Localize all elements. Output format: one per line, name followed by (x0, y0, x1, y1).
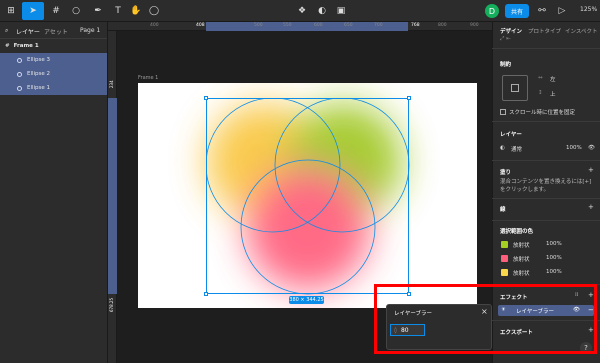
page-selector[interactable]: Page 1 (80, 27, 100, 34)
ruler-selection-highlight (108, 98, 117, 294)
blend-mode[interactable]: 通常 (511, 145, 522, 153)
layer-label: Ellipse 2 (27, 71, 51, 77)
share-button[interactable]: 共有 (505, 4, 529, 18)
ruler-tick: 550 (283, 23, 292, 28)
stroke-heading: 線 (500, 207, 506, 213)
color-opacity[interactable]: 100% (546, 269, 562, 275)
tab-prototype[interactable]: プロトタイプ (528, 27, 561, 35)
vertical-constraint-icon: ↕ (538, 90, 543, 96)
layer-label: Ellipse 1 (27, 85, 51, 91)
horizontal-constraint-icon: ↔ (538, 75, 543, 81)
tab-assets[interactable]: アセット (44, 27, 68, 36)
frame-tool-icon[interactable]: # (48, 3, 64, 19)
ruler-tick: 600 (314, 23, 323, 28)
ruler-tick: 768 (411, 23, 420, 28)
resize-handle[interactable] (407, 96, 411, 100)
layer-label: Ellipse 3 (27, 57, 51, 63)
ruler-tick: 234 (109, 80, 114, 88)
add-stroke-icon[interactable]: + (588, 203, 594, 211)
constraints-center (511, 84, 519, 92)
ruler-tick: 650 (344, 23, 353, 28)
divider (492, 198, 600, 199)
layer-opacity[interactable]: 100% (566, 145, 582, 151)
search-icon[interactable]: ⌕ (5, 27, 8, 35)
ruler-tick: 500 (254, 23, 263, 28)
color-swatch[interactable] (501, 269, 508, 276)
ruler-tick: 408 (196, 23, 205, 28)
tab-layers[interactable]: レイヤー (16, 27, 40, 36)
selection-box[interactable] (206, 98, 409, 294)
ruler-tick: 678.25 (109, 298, 114, 312)
constraints-widget[interactable] (502, 75, 528, 101)
ellipse-icon (17, 85, 22, 91)
eye-icon[interactable]: 👁 (588, 145, 595, 151)
main-menu-icon[interactable]: ⊞ (4, 3, 18, 19)
frame-label[interactable]: Frame 1 (138, 75, 158, 81)
layer-ellipse-3[interactable]: Ellipse 3 (0, 53, 107, 67)
constraint-vertical[interactable]: 上 (550, 90, 556, 98)
color-swatch[interactable] (501, 241, 508, 248)
blend-icon: ◐ (500, 145, 505, 151)
hand-tool-icon[interactable]: ✋ (130, 3, 142, 19)
layer-label: Frame 1 (13, 43, 39, 49)
ruler-tick: 400 (150, 23, 159, 28)
color-name: 放射状 (513, 271, 530, 277)
color-swatch[interactable] (501, 255, 508, 262)
tab-inspect[interactable]: インスペクト (565, 27, 598, 35)
pen-tool-icon[interactable]: ✒ (90, 3, 106, 19)
scroll-fixed-checkbox[interactable] (500, 109, 506, 115)
resize-handle[interactable] (204, 96, 208, 100)
ellipse-icon (17, 71, 22, 77)
constraints-heading: 制約 (500, 62, 512, 68)
color-name: 放射状 (513, 257, 530, 263)
color-opacity[interactable]: 100% (546, 255, 562, 261)
divider (492, 160, 600, 161)
ruler-tick: 800 (438, 23, 447, 28)
present-icon[interactable]: ▷ (556, 3, 568, 19)
layer-ellipse-2[interactable]: Ellipse 2 (0, 67, 107, 81)
color-name: 放射状 (513, 243, 530, 249)
dimensions-badge: 380 × 344.25 (289, 296, 324, 304)
align-icon[interactable]: ⤢ ⇤ (500, 36, 511, 43)
fill-heading: 塗り (500, 170, 512, 176)
resize-handle[interactable] (204, 292, 208, 296)
constraint-horizontal[interactable]: 左 (550, 75, 556, 83)
scroll-fixed-label: スクロール時に位置を固定 (509, 110, 576, 116)
frame-icon: # (5, 43, 10, 49)
link-icon[interactable]: ⚯ (536, 3, 548, 19)
layer-frame-1[interactable]: # Frame 1 (0, 39, 107, 53)
layer-heading: レイヤー (500, 132, 522, 138)
ruler-tick: 900 (470, 23, 479, 28)
divider (492, 121, 600, 122)
component-icon[interactable]: ❖ (295, 3, 309, 19)
avatar[interactable]: D (485, 4, 499, 18)
ellipse-icon (17, 57, 22, 63)
fill-description: 混合コンテンツを置き換えるには[+]をクリックします。 (500, 179, 592, 193)
ruler-tick: 700 (374, 23, 383, 28)
tab-design[interactable]: デザイン (500, 27, 522, 35)
annotation-highlight (374, 284, 597, 354)
boolean-icon[interactable]: ▣ (334, 3, 348, 19)
color-opacity[interactable]: 100% (546, 241, 562, 247)
text-tool-icon[interactable]: T (112, 3, 124, 19)
zoom-level[interactable]: 125% (580, 6, 597, 13)
move-tool-icon[interactable]: ➤ (22, 2, 44, 20)
divider (492, 220, 600, 221)
add-fill-icon[interactable]: + (588, 166, 594, 174)
shape-tool-icon[interactable]: ○ (68, 3, 84, 19)
layer-ellipse-1[interactable]: Ellipse 1 (0, 81, 107, 95)
divider (492, 48, 600, 49)
mask-icon[interactable]: ◐ (316, 3, 328, 19)
comment-tool-icon[interactable]: ◯ (148, 3, 160, 19)
selection-colors-heading: 選択範囲の色 (500, 229, 534, 235)
